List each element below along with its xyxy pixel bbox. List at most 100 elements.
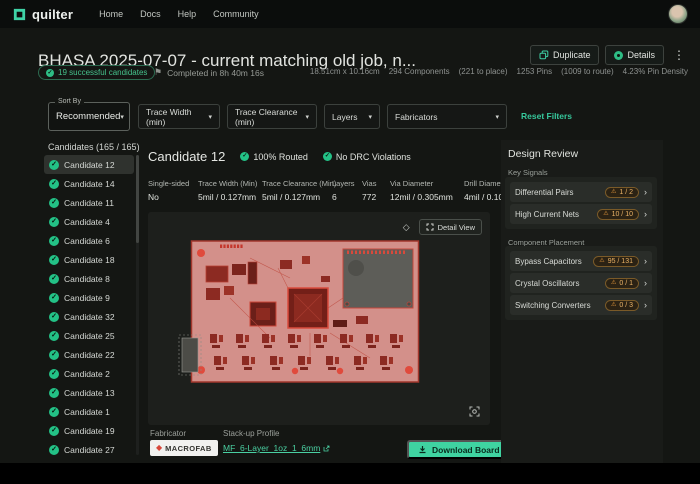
pcb-board-image: [190, 238, 420, 385]
review-item-label: Switching Converters: [515, 301, 605, 310]
filter-dropdown[interactable]: Layers ▾: [324, 104, 380, 129]
spec-column: Trace Width (Min) 5mil / 0.127mm: [198, 179, 254, 202]
candidate-list-item[interactable]: ✓ Candidate 1: [44, 402, 134, 421]
candidate-label: Candidate 1: [64, 407, 110, 417]
board-preview-canvas[interactable]: ◇ Detail View: [148, 212, 490, 425]
sort-value: Recommended: [56, 111, 120, 122]
check-circle-icon: ✓: [49, 293, 59, 303]
layers-icon[interactable]: ◇: [403, 222, 410, 233]
stat-item: 4.23% Pin Density: [623, 67, 688, 76]
spec-column: Layers 6: [332, 179, 354, 202]
candidate-list-item[interactable]: ✓ Candidate 18: [44, 250, 134, 269]
user-avatar[interactable]: [668, 4, 688, 24]
candidate-label: Candidate 4: [64, 217, 110, 227]
key-signals-group: Differential Pairs ⚠ 1 / 2 › High Curren…: [505, 177, 657, 229]
spec-header: Trace Clearance (Min): [262, 179, 324, 188]
candidate-list-item[interactable]: ✓ Candidate 27: [44, 440, 134, 459]
drc-label: No DRC Violations: [336, 152, 411, 162]
details-button[interactable]: Details: [605, 45, 664, 65]
download-board-button[interactable]: Download Board: [407, 440, 511, 459]
component-placement-group: Bypass Capacitors ⚠ 95 / 131 › Crystal O…: [505, 246, 657, 320]
chevron-right-icon: ›: [644, 209, 647, 219]
warning-count-badge: ⚠ 95 / 131: [593, 256, 639, 267]
check-circle-icon: ✓: [49, 217, 59, 227]
candidate-list-item[interactable]: ✓ Candidate 12: [44, 155, 134, 174]
warning-icon: ⚠: [599, 258, 604, 264]
design-review-row[interactable]: Switching Converters ⚠ 0 / 3 ›: [510, 295, 652, 315]
warning-count: 10 / 10: [612, 211, 633, 218]
review-item-label: Differential Pairs: [515, 188, 605, 197]
candidate-label: Candidate 9: [64, 293, 110, 303]
candidate-list-item[interactable]: ✓ Candidate 13: [44, 383, 134, 402]
spec-column: Vias 772: [362, 179, 382, 202]
candidate-label: Candidate 32: [64, 312, 115, 322]
design-review-row[interactable]: Crystal Oscillators ⚠ 0 / 1 ›: [510, 273, 652, 293]
review-item-label: Crystal Oscillators: [515, 279, 605, 288]
candidate-list-item[interactable]: ✓ Candidate 19: [44, 421, 134, 440]
detail-view-button[interactable]: Detail View: [419, 219, 482, 235]
design-review-row[interactable]: Differential Pairs ⚠ 1 / 2 ›: [510, 182, 652, 202]
nav-link[interactable]: Help: [178, 9, 197, 19]
nav-link[interactable]: Home: [99, 9, 123, 19]
candidate-list-item[interactable]: ✓ Candidate 25: [44, 326, 134, 345]
filter-dropdown-label: Trace Width (min): [146, 107, 208, 127]
quilter-logo-icon: [12, 7, 27, 22]
quilter-logo[interactable]: quilter: [12, 7, 73, 22]
warning-count: 95 / 131: [608, 258, 633, 265]
filter-dropdown[interactable]: Trace Clearance (min) ▾: [227, 104, 317, 129]
candidate-list-item[interactable]: ✓ Candidate 8: [44, 269, 134, 288]
macrofab-diamond-icon: ◆: [156, 444, 162, 452]
candidate-list-item[interactable]: ✓ Candidate 2: [44, 364, 134, 383]
chevron-down-icon: ▾: [495, 113, 499, 121]
check-circle-icon: ✓: [49, 160, 59, 170]
download-icon: [418, 445, 427, 454]
header-actions: Duplicate Details ⋮: [530, 45, 688, 65]
spec-header: Layers: [332, 179, 354, 188]
chevron-down-icon: ▾: [368, 113, 372, 121]
candidate-list-item[interactable]: ✓ Candidate 32: [44, 307, 134, 326]
fit-to-view-icon[interactable]: [469, 406, 480, 417]
chevron-right-icon: ›: [644, 300, 647, 310]
warning-icon: ⚠: [611, 302, 616, 308]
routed-label: 100% Routed: [253, 152, 308, 162]
filter-dropdown[interactable]: Fabricators ▾: [387, 104, 507, 129]
fabricator-label: Fabricator: [150, 429, 186, 438]
check-circle-icon: ✓: [49, 236, 59, 246]
sort-by-dropdown[interactable]: Sort By Recommended ▾: [48, 102, 130, 131]
candidate-list-item[interactable]: ✓ Candidate 11: [44, 193, 134, 212]
nav-link[interactable]: Community: [213, 9, 259, 19]
kebab-menu-icon[interactable]: ⋮: [670, 48, 688, 62]
scrollbar-thumb[interactable]: [136, 155, 139, 243]
check-circle-icon: ✓: [49, 179, 59, 189]
macrofab-logo: ◆ MACROFAB: [150, 440, 218, 456]
spec-value: 5mil / 0.127mm: [198, 192, 254, 202]
filter-dropdown[interactable]: Trace Width (min) ▾: [138, 104, 220, 129]
check-circle-icon: ✓: [49, 426, 59, 436]
warning-count-badge: ⚠ 0 / 1: [605, 278, 639, 289]
reset-filters-link[interactable]: Reset Filters: [521, 111, 572, 121]
check-circle-icon: ✓: [46, 69, 54, 77]
design-review-row[interactable]: High Current Nets ⚠ 10 / 10 ›: [510, 204, 652, 224]
review-item-label: Bypass Capacitors: [515, 257, 593, 266]
stackup-profile-link[interactable]: MF_6-Layer_1oz_1_6mm: [223, 443, 330, 453]
candidates-header: Candidates (165 / 165): [48, 142, 140, 152]
candidate-list-item[interactable]: ✓ Candidate 6: [44, 231, 134, 250]
candidate-list-item[interactable]: ✓ Candidate 4: [44, 212, 134, 231]
stat-item: 1253 Pins: [517, 67, 553, 76]
spec-value: 772: [362, 192, 382, 202]
spec-header: Vias: [362, 179, 382, 188]
candidate-list-item[interactable]: ✓ Candidate 14: [44, 174, 134, 193]
candidates-list: ✓ Candidate 12 ✓ Candidate 14 ✓ Candidat…: [44, 155, 134, 459]
candidate-list-item[interactable]: ✓ Candidate 22: [44, 345, 134, 364]
success-candidates-badge: ✓ 19 successful candidates: [38, 65, 155, 80]
warning-count-badge: ⚠ 10 / 10: [597, 209, 639, 220]
nav-link[interactable]: Docs: [140, 9, 161, 19]
candidate-list-item[interactable]: ✓ Candidate 9: [44, 288, 134, 307]
success-badge-label: 19 successful candidates: [58, 68, 147, 77]
flag-icon: ⚑: [154, 67, 162, 78]
design-review-row[interactable]: Bypass Capacitors ⚠ 95 / 131 ›: [510, 251, 652, 271]
chevron-down-icon: ▾: [208, 113, 212, 121]
warning-icon: ⚠: [611, 280, 616, 286]
duplicate-button[interactable]: Duplicate: [530, 45, 600, 65]
stackup-profile-label: Stack-up Profile: [223, 429, 279, 438]
